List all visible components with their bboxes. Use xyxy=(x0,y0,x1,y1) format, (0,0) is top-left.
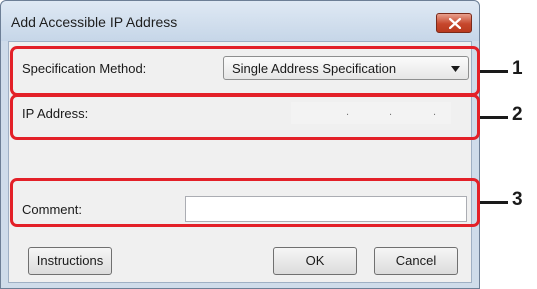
callout-line-1 xyxy=(480,70,508,73)
callout-number-3: 3 xyxy=(512,189,523,210)
ok-button[interactable]: OK xyxy=(273,247,357,275)
close-x-icon xyxy=(449,18,461,29)
callout-number-2: 2 xyxy=(512,104,523,125)
highlight-box-2 xyxy=(10,94,480,140)
dialog-title: Add Accessible IP Address xyxy=(11,14,178,30)
title-bar: Add Accessible IP Address xyxy=(1,1,479,41)
callout-line-2 xyxy=(480,116,508,119)
callout-line-3 xyxy=(480,201,508,204)
instructions-button[interactable]: Instructions xyxy=(28,247,112,275)
cancel-button[interactable]: Cancel xyxy=(374,247,458,275)
callout-number-1: 1 xyxy=(512,58,523,79)
highlight-box-1 xyxy=(10,46,480,96)
highlight-box-3 xyxy=(10,178,480,227)
dialog-window: Add Accessible IP Address Specification … xyxy=(0,0,480,289)
close-button[interactable] xyxy=(436,13,472,33)
